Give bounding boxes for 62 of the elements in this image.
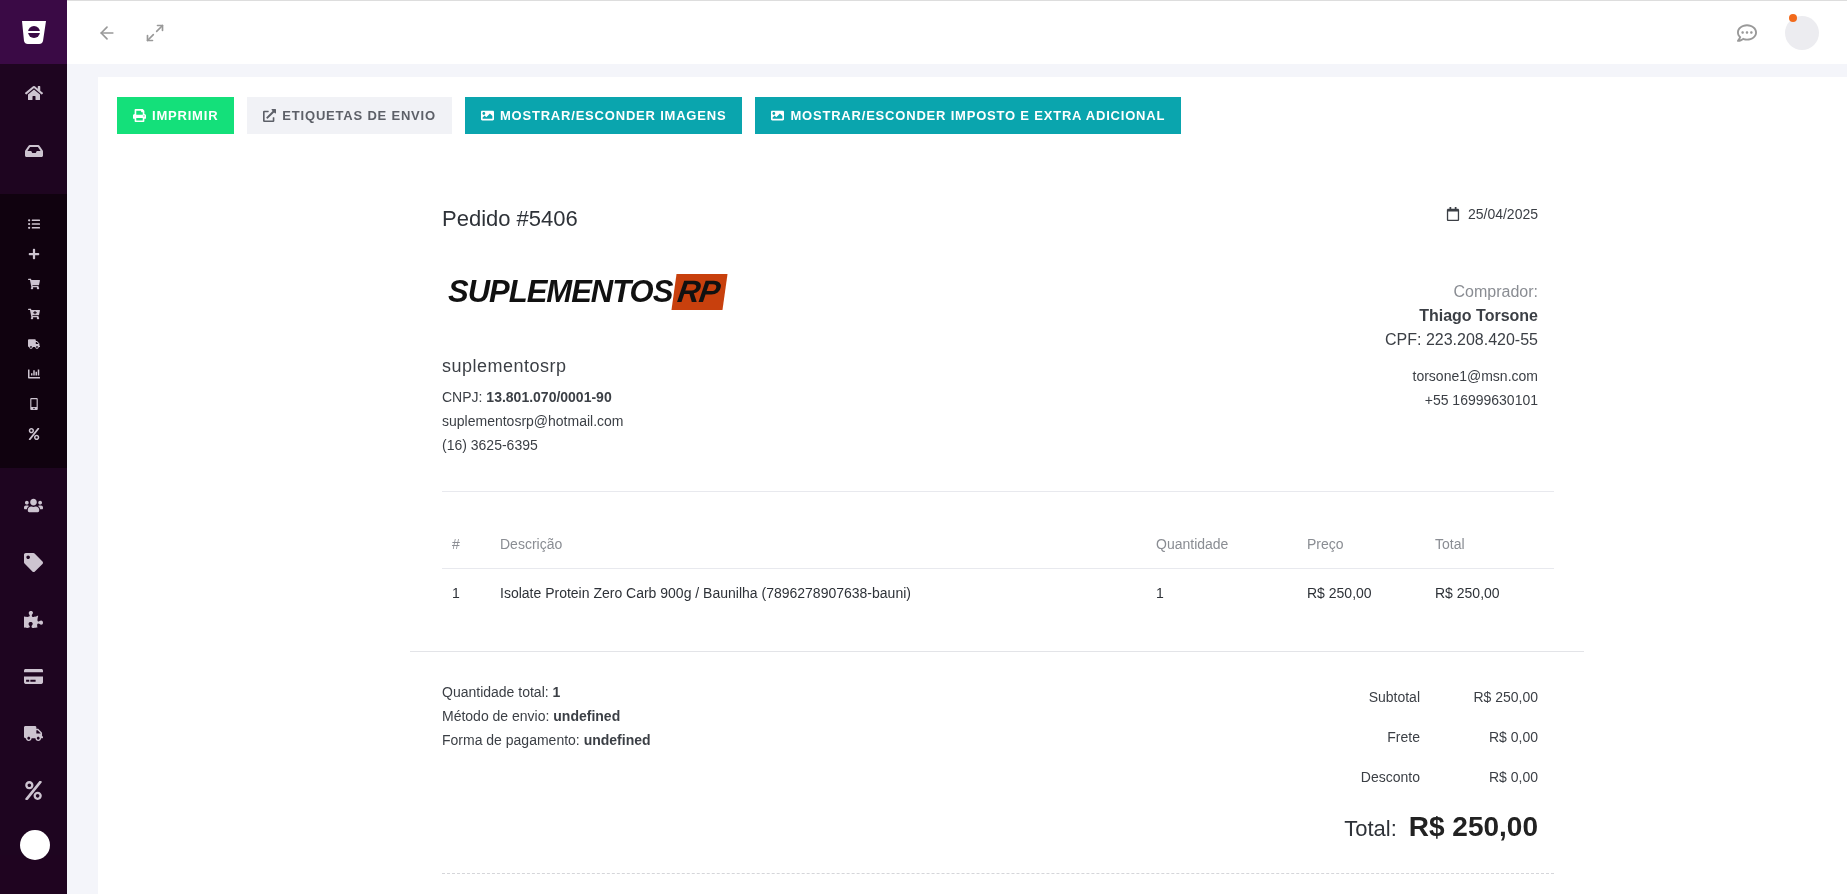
store-cnpj: CNPJ: 13.801.070/0001-90	[442, 388, 612, 407]
calendar-icon	[1445, 207, 1460, 221]
image-icon	[480, 109, 494, 122]
table-cell-text: 1	[1156, 585, 1165, 601]
action-button[interactable]: MOSTRAR/ESCONDER IMPOSTO E EXTRA ADICIONAL	[755, 97, 1182, 134]
buyer-cpf: CPF: 223.208.420-55	[1385, 330, 1538, 350]
mobile-icon[interactable]	[27, 398, 40, 410]
image-icon	[771, 109, 785, 122]
total-value: R$ 0,00	[1487, 728, 1538, 747]
store-phone: (16) 3625-6395	[442, 436, 538, 455]
table-cell-text: R$ 250,00	[1435, 585, 1501, 601]
external-link-icon	[263, 109, 277, 122]
buyer-email: torsone1@msn.com	[1412, 367, 1538, 386]
list-icon[interactable]	[27, 218, 40, 230]
percent-icon[interactable]	[27, 428, 40, 440]
total-label: Subtotal	[1367, 688, 1420, 707]
column-header: Quantidade	[1156, 536, 1230, 552]
summary-line: Quantidade total: 1	[442, 683, 562, 702]
avatar[interactable]	[1785, 15, 1819, 50]
truck-icon[interactable]	[24, 724, 43, 743]
action-button[interactable]: IMPRIMIR	[117, 97, 235, 134]
grand-total-label: Total:	[1344, 816, 1397, 842]
buyer-phone: +55 16999630101	[1424, 391, 1538, 410]
print-icon	[133, 109, 146, 122]
action-button[interactable]: ETIQUETAS DE ENVIO	[247, 97, 452, 134]
total-value: R$ 0,00	[1487, 768, 1538, 787]
store-name: suplementosrp	[442, 356, 567, 377]
bar-chart-icon[interactable]	[27, 368, 40, 380]
tag-icon[interactable]	[24, 553, 43, 572]
column-header: Preço	[1307, 536, 1345, 552]
credit-card-icon[interactable]	[24, 667, 43, 686]
chat-icon[interactable]	[1737, 22, 1757, 43]
column-header: Descrição	[500, 536, 564, 552]
total-label: Frete	[1386, 728, 1420, 747]
grand-total-value: R$ 250,00	[1408, 811, 1538, 843]
plus-icon[interactable]	[27, 248, 40, 260]
table-cell-text: R$ 250,00	[1307, 585, 1373, 601]
column-header: Total	[1435, 536, 1466, 552]
summary-line: Método de envio: undefined	[442, 707, 622, 726]
percent-icon[interactable]	[24, 781, 43, 800]
total-label: Desconto	[1360, 768, 1420, 787]
cart-plus-icon[interactable]	[27, 308, 40, 320]
cart-icon[interactable]	[27, 278, 40, 290]
store-logo: SUPLEMENTOSRP	[448, 274, 726, 310]
users-icon[interactable]	[24, 496, 43, 515]
home-icon[interactable]	[24, 84, 43, 102]
table-cell-text: 1	[452, 585, 461, 601]
truck-icon[interactable]	[27, 338, 40, 350]
summary-line: Forma de pagamento: undefined	[442, 731, 651, 750]
puzzle-icon[interactable]	[24, 610, 43, 629]
total-value: R$ 250,00	[1472, 688, 1538, 707]
order-date: 25/04/2025	[1467, 206, 1538, 222]
store-email: suplementosrp@hotmail.com	[442, 412, 624, 431]
table-cell-text: Isolate Protein Zero Carb 900g / Baunilha (7896278907638-bauni)	[500, 585, 912, 601]
expand-icon[interactable]	[145, 22, 165, 43]
order-title: Pedido #5406	[441, 206, 578, 232]
action-button[interactable]: MOSTRAR/ESCONDER IMAGENS	[464, 97, 743, 134]
buyer-name: Thiago Torsone	[1419, 306, 1538, 326]
column-header: #	[452, 536, 461, 552]
notification-dot	[1789, 13, 1797, 22]
buyer-label: Comprador:	[1453, 282, 1538, 302]
inbox-icon[interactable]	[24, 142, 43, 160]
